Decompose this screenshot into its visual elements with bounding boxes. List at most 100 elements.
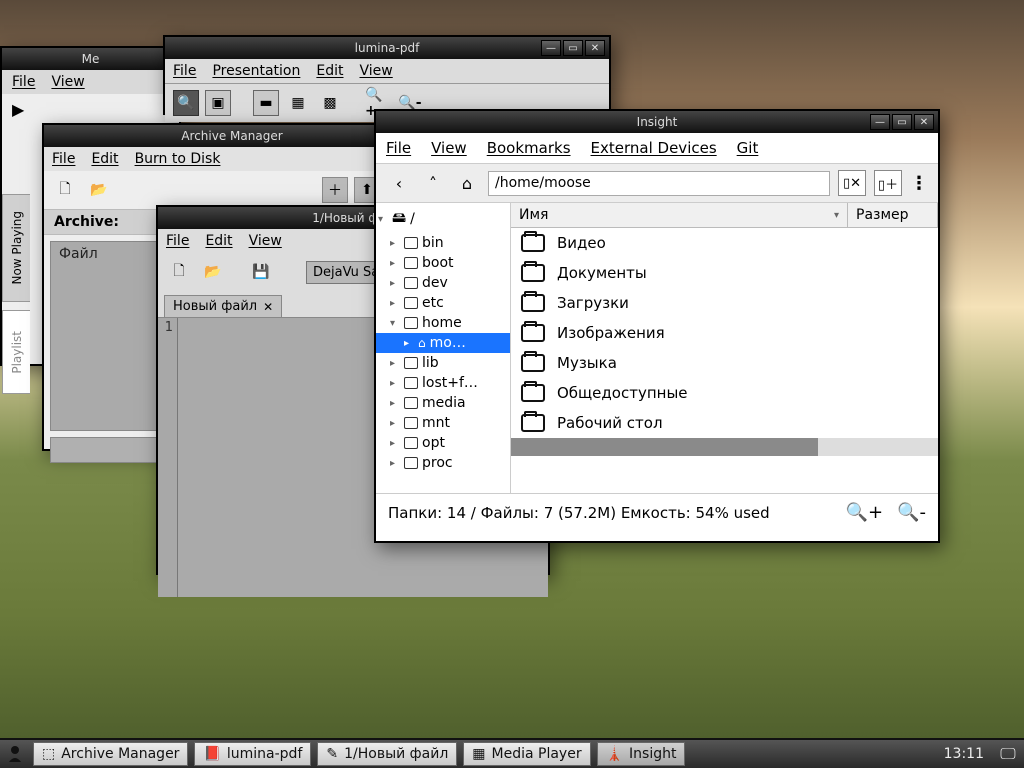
view-grid2-icon[interactable]: ▦ — [285, 90, 311, 116]
file-row[interactable]: Изображения — [511, 318, 938, 348]
menu-file[interactable]: File — [12, 74, 35, 90]
task-text-editor[interactable]: ✎1/Новый файл — [317, 742, 457, 766]
task-lumina-pdf[interactable]: 📕lumina-pdf — [194, 742, 311, 766]
titlebar[interactable]: Archive Manager — — [44, 125, 420, 147]
play-icon[interactable]: ▶ — [12, 100, 24, 119]
tree-item[interactable]: ▸mnt — [376, 413, 510, 433]
add-column-icon[interactable]: ▯＋ — [874, 170, 902, 196]
tree-item[interactable]: ▸proc — [376, 453, 510, 473]
file-row[interactable]: Музыка — [511, 348, 938, 378]
menu-edit[interactable]: Edit — [91, 151, 118, 167]
tree-item[interactable]: ▾home — [376, 313, 510, 333]
menu-view[interactable]: View — [431, 139, 467, 157]
col-name[interactable]: Имя▾ — [511, 203, 848, 227]
open-folder-icon[interactable]: 📂 — [86, 177, 112, 203]
menubar: File View — [2, 70, 179, 94]
task-archive-manager[interactable]: ⬚Archive Manager — [33, 742, 188, 766]
path-input[interactable] — [488, 171, 830, 196]
menu-view[interactable]: View — [360, 63, 393, 79]
titlebar[interactable]: Me — [2, 48, 179, 70]
search-icon[interactable]: 🔍 — [173, 90, 199, 116]
task-media-player[interactable]: ▦Media Player — [463, 742, 590, 766]
task-insight[interactable]: 🗼Insight — [597, 742, 686, 766]
up-icon[interactable]: ˄ — [420, 170, 446, 196]
home-icon: ⌂ — [418, 336, 426, 350]
tree-item[interactable]: ▸dev — [376, 273, 510, 293]
tab-playlist[interactable]: Playlist — [2, 310, 30, 394]
folder-icon — [404, 377, 418, 389]
menu-view[interactable]: View — [51, 74, 84, 90]
menu-git[interactable]: Git — [737, 139, 759, 157]
folder-icon — [404, 297, 418, 309]
folder-icon — [404, 317, 418, 329]
tree-item[interactable]: ▸etc — [376, 293, 510, 313]
tree-item[interactable]: ▸media — [376, 393, 510, 413]
open-folder-icon[interactable]: 📂 — [200, 259, 226, 285]
file-row[interactable]: Рабочий стол — [511, 408, 938, 438]
tab-new-file[interactable]: Новый файл ✕ — [164, 295, 282, 317]
column-header: Файл — [59, 246, 98, 262]
file-row[interactable]: Общедоступные — [511, 378, 938, 408]
zoom-in-icon[interactable]: 🔍+ — [846, 502, 884, 523]
display-tray-icon[interactable]: 🖵 — [996, 742, 1020, 766]
add-icon[interactable]: ＋ — [322, 177, 348, 203]
col-size[interactable]: Размер — [848, 203, 938, 227]
minimize-button[interactable]: — — [870, 114, 890, 130]
file-row[interactable]: Загрузки — [511, 288, 938, 318]
menu-file[interactable]: File — [386, 139, 411, 157]
menu-edit[interactable]: Edit — [205, 233, 232, 249]
clock[interactable]: 13:11 — [936, 746, 992, 762]
file-name: Загрузки — [557, 294, 629, 312]
maximize-button[interactable]: ▭ — [563, 40, 583, 56]
back-icon[interactable]: ‹ — [386, 170, 412, 196]
status-text: Папки: 14 / Файлы: 7 (57.2M) Емкость: 54… — [388, 504, 770, 522]
folder-icon — [404, 357, 418, 369]
file-list[interactable]: Видео Документы Загрузки ИзображенияМузыкаО… — [511, 228, 938, 438]
menu-presentation[interactable]: Presentation — [212, 63, 300, 79]
h-scrollbar[interactable] — [511, 438, 938, 456]
folder-tree[interactable]: ▾🖴/ ▸bin▸boot▸dev▸etc▾home▸⌂mo…▸lib▸lost… — [376, 203, 511, 493]
title: lumina-pdf — [355, 41, 420, 55]
close-button[interactable]: ✕ — [914, 114, 934, 130]
close-button[interactable]: ✕ — [585, 40, 605, 56]
tree-root[interactable]: ▾🖴/ — [376, 205, 510, 233]
new-file-icon[interactable]: 🗋 — [52, 177, 78, 203]
view-grid3-icon[interactable]: ▩ — [317, 90, 343, 116]
tree-item[interactable]: ▸lib — [376, 353, 510, 373]
file-row[interactable]: Документы — [511, 258, 938, 288]
tree-item[interactable]: ▸opt — [376, 433, 510, 453]
file-list-pane: Имя▾ Размер Видео Документы Загрузки Изобра… — [511, 203, 938, 493]
tree-item[interactable]: ▸bin — [376, 233, 510, 253]
view-single-icon[interactable]: ▬ — [253, 90, 279, 116]
status-bar: Папки: 14 / Файлы: 7 (57.2M) Емкость: 54… — [376, 493, 938, 531]
menu-file[interactable]: File — [173, 63, 196, 79]
menu-file[interactable]: File — [52, 151, 75, 167]
folder-icon — [521, 384, 545, 402]
titlebar[interactable]: lumina-pdf — ▭ ✕ — [165, 37, 609, 59]
new-file-icon[interactable]: 🗋 — [166, 259, 192, 285]
start-menu-icon[interactable] — [0, 740, 30, 768]
tab-close-icon[interactable]: ✕ — [263, 300, 273, 314]
fit-page-icon[interactable]: ▣ — [205, 90, 231, 116]
save-icon[interactable]: 💾 — [248, 259, 274, 285]
maximize-button[interactable]: ▭ — [892, 114, 912, 130]
home-icon[interactable]: ⌂ — [454, 170, 480, 196]
file-row[interactable]: Видео — [511, 228, 938, 258]
menu-file[interactable]: File — [166, 233, 189, 249]
more-menu-icon[interactable]: ⋮ — [910, 173, 928, 194]
tree-item[interactable]: ▸boot — [376, 253, 510, 273]
menu-external[interactable]: External Devices — [591, 139, 717, 157]
remove-column-icon[interactable]: ▯✕ — [838, 170, 866, 196]
menu-bookmarks[interactable]: Bookmarks — [487, 139, 571, 157]
menu-view[interactable]: View — [249, 233, 282, 249]
minimize-button[interactable]: — — [541, 40, 561, 56]
file-name: Документы — [557, 264, 647, 282]
tree-item-selected[interactable]: ▸⌂mo… — [376, 333, 510, 353]
titlebar[interactable]: Insight — ▭ ✕ — [376, 111, 938, 133]
tab-now-playing[interactable]: Now Playing — [2, 194, 30, 302]
menu-edit[interactable]: Edit — [316, 63, 343, 79]
zoom-out-icon[interactable]: 🔍- — [897, 502, 926, 523]
title: Insight — [637, 115, 678, 129]
tree-item[interactable]: ▸lost+f… — [376, 373, 510, 393]
menu-burn[interactable]: Burn to Disk — [135, 151, 221, 167]
